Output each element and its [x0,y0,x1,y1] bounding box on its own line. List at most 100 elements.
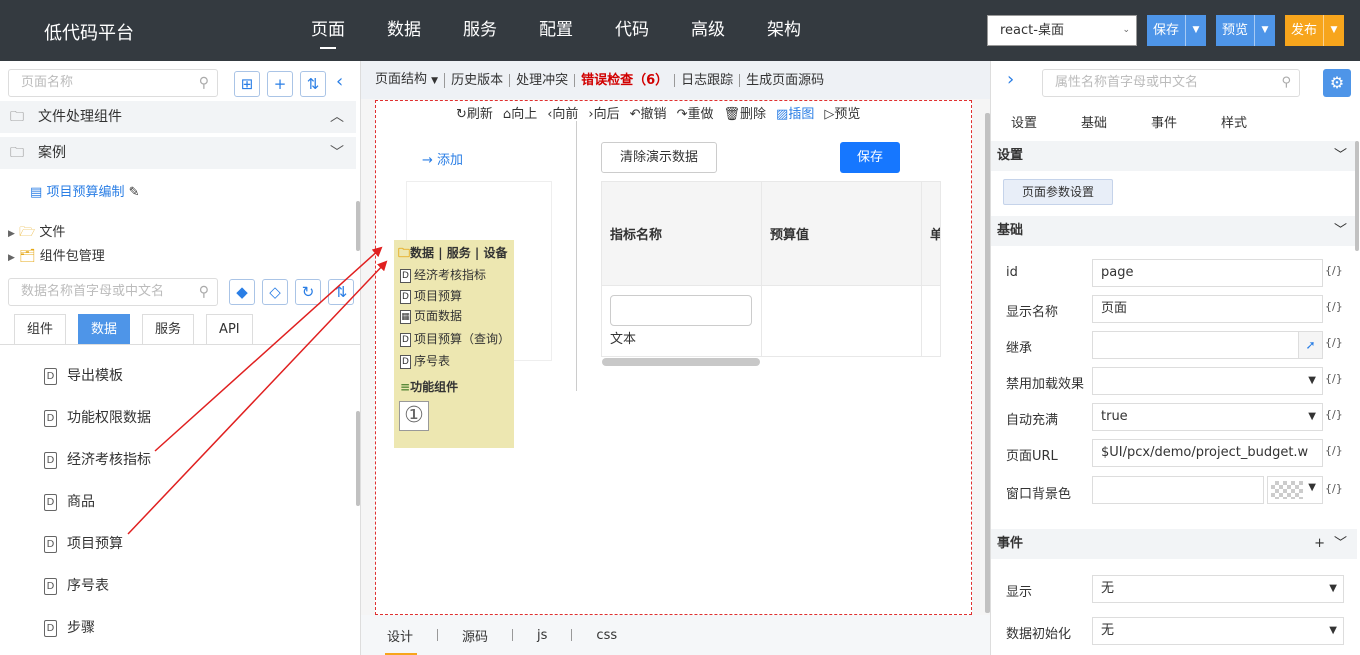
page-params-button[interactable]: 页面参数设置 [1003,179,1113,205]
tag-button[interactable]: ◇ [262,279,288,305]
prop-display-name-input[interactable]: 页面 [1092,295,1323,323]
data-item-economic-indicators[interactable]: D 经济考核指标 [44,450,151,470]
section-settings[interactable]: 设置 ﹀ [991,141,1357,171]
design-canvas[interactable]: ↻刷新 ⌂向上 ‹向前 ›向后 ↶撤销 ↷重做 🗑删除 ▨插图 ▷预览 → 添加… [375,100,972,615]
prop-id-input[interactable]: page [1092,259,1323,287]
grid-horizontal-scrollbar[interactable] [602,358,760,366]
popup-item-budget-query[interactable]: D 项目预算（查询） [400,330,510,347]
tab-design[interactable]: 设计 [384,626,437,655]
nav-service[interactable]: 服务 [442,0,518,61]
collapse-panel-icon[interactable]: ‹ [336,71,343,92]
nav-advanced[interactable]: 高级 [670,0,746,61]
event-show-select[interactable]: 无 ▼ [1092,575,1344,603]
right-scrollbar[interactable] [1355,141,1359,251]
data-item-steps[interactable]: D 步骤 [44,618,95,638]
grid-header-budget[interactable]: 预算值 [762,182,922,286]
grid-cell-budget[interactable] [762,286,922,356]
sort-button[interactable]: ⇅ [300,71,326,97]
refresh-button[interactable]: ↻ [295,279,321,305]
section-events[interactable]: 事件 + ﹀ [991,529,1357,559]
tree-item-packages[interactable]: ▶ 🗂 组件包管理 [8,245,105,264]
grid-header-indicator[interactable]: 指标名称 [602,182,762,286]
insert-image-action[interactable]: ▨插图 [776,103,814,122]
tab-components[interactable]: 组件 [14,314,67,345]
data-item-permission[interactable]: D 功能权限数据 [44,408,151,428]
publish-dropdown-icon[interactable]: ▼ [1324,15,1344,46]
data-item-sequence[interactable]: D 序号表 [44,576,109,596]
plus-icon[interactable]: + [1314,529,1325,559]
conflict-button[interactable]: 处理冲突 [516,73,576,87]
expression-button[interactable]: {/} [1325,444,1343,457]
tab-source[interactable]: 源码 [462,626,512,645]
property-search-input[interactable]: 属性名称首字母或中文名 ⚲ [1042,69,1300,97]
tab-basic[interactable]: 基础 [1081,112,1151,131]
preview-button[interactable]: 预览 [1216,15,1256,46]
expand-panel-icon[interactable]: › [1007,69,1014,90]
tab-js[interactable]: js [537,628,571,643]
left-scrollbar-top[interactable] [356,201,360,251]
back-action[interactable]: ›向后 [588,103,619,122]
locate-button[interactable]: ◆ [229,279,255,305]
preview-action[interactable]: ▷预览 [824,103,860,122]
error-check-button[interactable]: 错误检查（6） [581,73,676,87]
prop-page-url-input[interactable]: $UI/pcx/demo/project_budget.w [1092,439,1323,467]
data-item-export-template[interactable]: D 导出模板 [44,366,123,386]
add-folder-button[interactable]: ⊞ [234,71,260,97]
data-item-project-budget[interactable]: D 项目预算 [44,534,123,554]
canvas-save-button[interactable]: 保存 [840,142,900,173]
sort-button-2[interactable]: ⇅ [328,279,354,305]
popup-item-project-budget[interactable]: D 项目预算 [400,287,462,304]
tab-settings[interactable]: 设置 [1011,112,1081,131]
tab-data[interactable]: 数据 [78,314,131,345]
up-action[interactable]: ⌂向上 [503,103,537,122]
add-button[interactable]: + [267,71,293,97]
tree-item-files[interactable]: ▶ 🗁 文件 [8,221,65,245]
event-data-init-select[interactable]: 无 ▼ [1092,617,1344,645]
expression-button[interactable]: {/} [1325,408,1343,421]
tab-service[interactable]: 服务 [142,314,195,345]
clear-demo-data-button[interactable]: 清除演示数据 [601,142,717,173]
group-examples[interactable]: 🗀 案例 ﹀ [0,137,356,169]
popup-item-page-data[interactable]: ▦ 页面数据 [400,307,462,324]
tab-css[interactable]: css [596,628,641,643]
delete-action[interactable]: 🗑删除 [723,103,766,122]
expression-button[interactable]: {/} [1325,300,1343,313]
nav-page[interactable]: 页面 [290,0,366,61]
log-button[interactable]: 日志跟踪 [681,73,741,87]
group-file-components[interactable]: 🗀 文件处理组件 ︿ [0,101,356,133]
expression-button[interactable]: {/} [1325,372,1343,385]
data-search-input[interactable]: 数据名称首字母或中文名 ⚲ [8,278,218,306]
grid-header-unit[interactable]: 单 [922,182,940,286]
history-button[interactable]: 历史版本 [451,73,511,87]
generate-source-button[interactable]: 生成页面源码 [746,74,830,87]
tab-api[interactable]: API [206,314,253,345]
popup-item-sequence[interactable]: D 序号表 [400,352,450,369]
save-dropdown-icon[interactable]: ▼ [1186,15,1206,46]
prop-inherit-input[interactable]: ➚ [1092,331,1323,359]
forward-action[interactable]: ‹向前 [547,103,578,122]
env-select[interactable]: react-桌面 ⌄ [987,15,1137,46]
popup-item-economic[interactable]: D 经济考核指标 [400,266,486,283]
jump-link-icon[interactable]: ➚ [1298,332,1322,358]
circle-one-component[interactable]: ① [399,401,429,431]
nav-data[interactable]: 数据 [366,0,442,61]
section-basic[interactable]: 基础 ﹀ [991,216,1357,246]
redo-action[interactable]: ↷重做 [677,103,714,122]
nav-code[interactable]: 代码 [594,0,670,61]
preview-dropdown-icon[interactable]: ▼ [1255,15,1275,46]
nav-config[interactable]: 配置 [518,0,594,61]
gear-icon[interactable]: ⚙ [1323,69,1351,97]
page-link-project-budget[interactable]: ▤ 项目预算编制 ✎ [30,181,140,200]
save-button[interactable]: 保存 [1147,15,1187,46]
edit-pencil-icon[interactable]: ✎ [129,185,140,200]
expression-button[interactable]: {/} [1325,264,1343,277]
tab-styles[interactable]: 样式 [1221,112,1291,131]
prop-bg-color-input[interactable] [1092,476,1264,504]
left-scrollbar-bottom[interactable] [356,411,360,506]
prop-disable-loading-select[interactable]: ▼ [1092,367,1323,395]
page-search-input[interactable]: 页面名称 ⚲ [8,69,218,97]
tab-events[interactable]: 事件 [1151,112,1221,131]
refresh-action[interactable]: ↻刷新 [456,103,493,122]
page-structure-menu[interactable]: 页面结构 ▼ [375,72,446,88]
nav-architecture[interactable]: 架构 [746,0,822,61]
